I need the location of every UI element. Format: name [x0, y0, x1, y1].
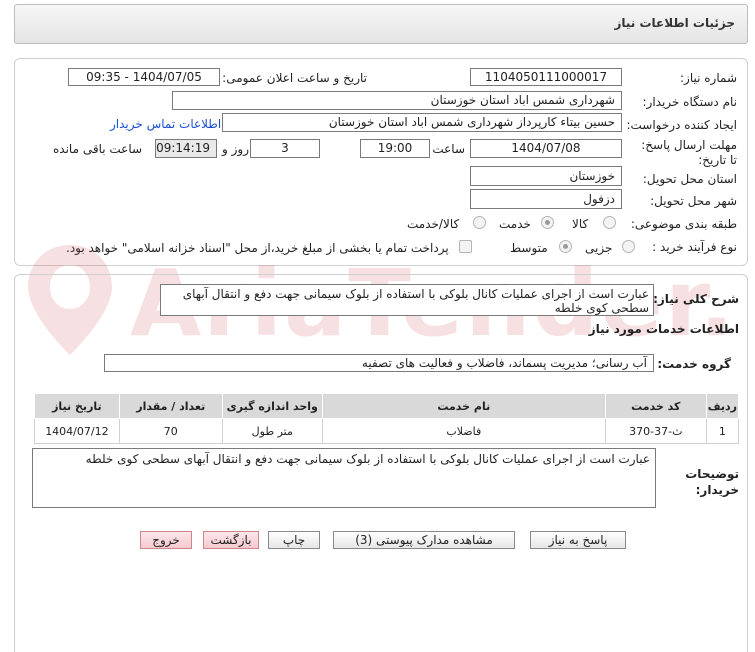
cell-service-name: فاضلاب [321, 418, 606, 444]
col-header-code: کد خدمت [604, 393, 707, 419]
cell-row-number: 1 [705, 418, 740, 444]
summary-label: شرح کلی نیاز: [653, 292, 739, 306]
need-number-label: شماره نیاز: [680, 71, 737, 85]
table-header-row: ردیف کد خدمت نام خدمت واحد اندازه گیری ت… [34, 393, 740, 419]
summary-textarea[interactable]: عبارت است از اجرای عملیات کانال بلوکی با… [160, 284, 654, 316]
print-button[interactable]: چاپ [268, 531, 320, 549]
col-header-row: ردیف [705, 393, 740, 419]
col-header-name: نام خدمت [321, 393, 606, 419]
category-radio-both[interactable] [473, 216, 486, 229]
cell-unit: متر طول [221, 418, 323, 444]
buyer-contact-link[interactable]: اطلاعات تماس خریدار [110, 117, 221, 131]
deadline-time-label: ساعت [432, 142, 465, 156]
col-header-qty: تعداد / مقدار [118, 393, 223, 419]
category-option-goods: کالا [572, 217, 589, 231]
process-option-partial: جزیی [585, 241, 613, 255]
exit-button[interactable]: خروج [140, 531, 192, 549]
process-radio-partial[interactable] [622, 240, 635, 253]
deadline-label: مهلت ارسال پاسخ: تا تاریخ: [641, 138, 737, 167]
category-label: طبقه بندی موضوعی: [630, 217, 737, 231]
city-label: شهر محل تحویل: [650, 194, 737, 208]
page-title: جزئیات اطلاعات نیاز [614, 16, 735, 30]
cell-quantity: 70 [118, 418, 223, 444]
process-label: نوع فرآیند خرید : [652, 240, 737, 254]
creator-field[interactable]: حسین بیتاء کارپرداز شهرداری شمس اباد است… [222, 113, 622, 132]
table-row: 1 ث-37-370 فاضلاب متر طول 70 1404/07/12 [34, 418, 740, 444]
remaining-label: ساعت باقی مانده [53, 142, 143, 156]
need-number-field[interactable]: 1104050111000017 [470, 68, 622, 86]
category-radio-service[interactable] [541, 216, 554, 229]
province-label: استان محل تحویل: [642, 172, 737, 186]
treasury-payment-checkbox[interactable] [459, 240, 472, 253]
city-field[interactable]: دزفول [470, 189, 622, 209]
services-table: ردیف کد خدمت نام خدمت واحد اندازه گیری ت… [34, 393, 740, 444]
page-header: جزئیات اطلاعات نیاز [14, 4, 748, 44]
announce-field[interactable]: 1404/07/05 - 09:35 [68, 68, 220, 86]
col-header-unit: واحد اندازه گیری [221, 393, 323, 419]
service-group-label: گروه خدمت: [657, 357, 731, 371]
cell-need-date: 1404/07/12 [34, 418, 120, 444]
category-radio-goods[interactable] [603, 216, 616, 229]
category-option-service: خدمت [499, 217, 531, 231]
remaining-time-field: 09:14:19 [155, 139, 217, 158]
buyer-notes-textarea[interactable]: عبارت است از اجرای عملیات کانال بلوکی با… [32, 448, 656, 508]
buyer-org-field[interactable]: شهرداری شمس اباد استان خوزستان [172, 91, 622, 110]
back-button[interactable]: بازگشت [203, 531, 259, 549]
days-field: 3 [250, 139, 320, 158]
services-section-title: اطلاعات خدمات مورد نیاز [588, 322, 739, 336]
creator-label: ایجاد کننده درخواست: [626, 118, 737, 132]
category-option-both: کالا/خدمت [407, 217, 460, 231]
reply-button[interactable]: پاسخ به نیاز [530, 531, 626, 549]
cell-service-code: ث-37-370 [604, 418, 707, 444]
process-option-medium: متوسط [510, 241, 548, 255]
treasury-payment-note: پرداخت تمام یا بخشی از مبلغ خرید،از محل … [66, 241, 449, 255]
process-radio-medium[interactable] [559, 240, 572, 253]
service-group-field[interactable]: آب رسانی؛ مدیریت پسماند، فاضلاب و فعالیت… [104, 354, 654, 372]
announce-label: تاریخ و ساعت اعلان عمومی: [222, 71, 367, 85]
deadline-time-field[interactable]: 19:00 [360, 139, 430, 158]
buyer-notes-label: توضیحات خریدار: [685, 467, 739, 497]
col-header-date: تاریخ نیاز [34, 393, 120, 419]
buyer-org-label: نام دستگاه خریدار: [642, 95, 738, 109]
deadline-date-field[interactable]: 1404/07/08 [470, 139, 622, 158]
days-label: روز و [222, 142, 249, 156]
province-field[interactable]: خوزستان [470, 166, 622, 186]
attachments-button[interactable]: مشاهده مدارک پیوستی (3) [333, 531, 515, 549]
